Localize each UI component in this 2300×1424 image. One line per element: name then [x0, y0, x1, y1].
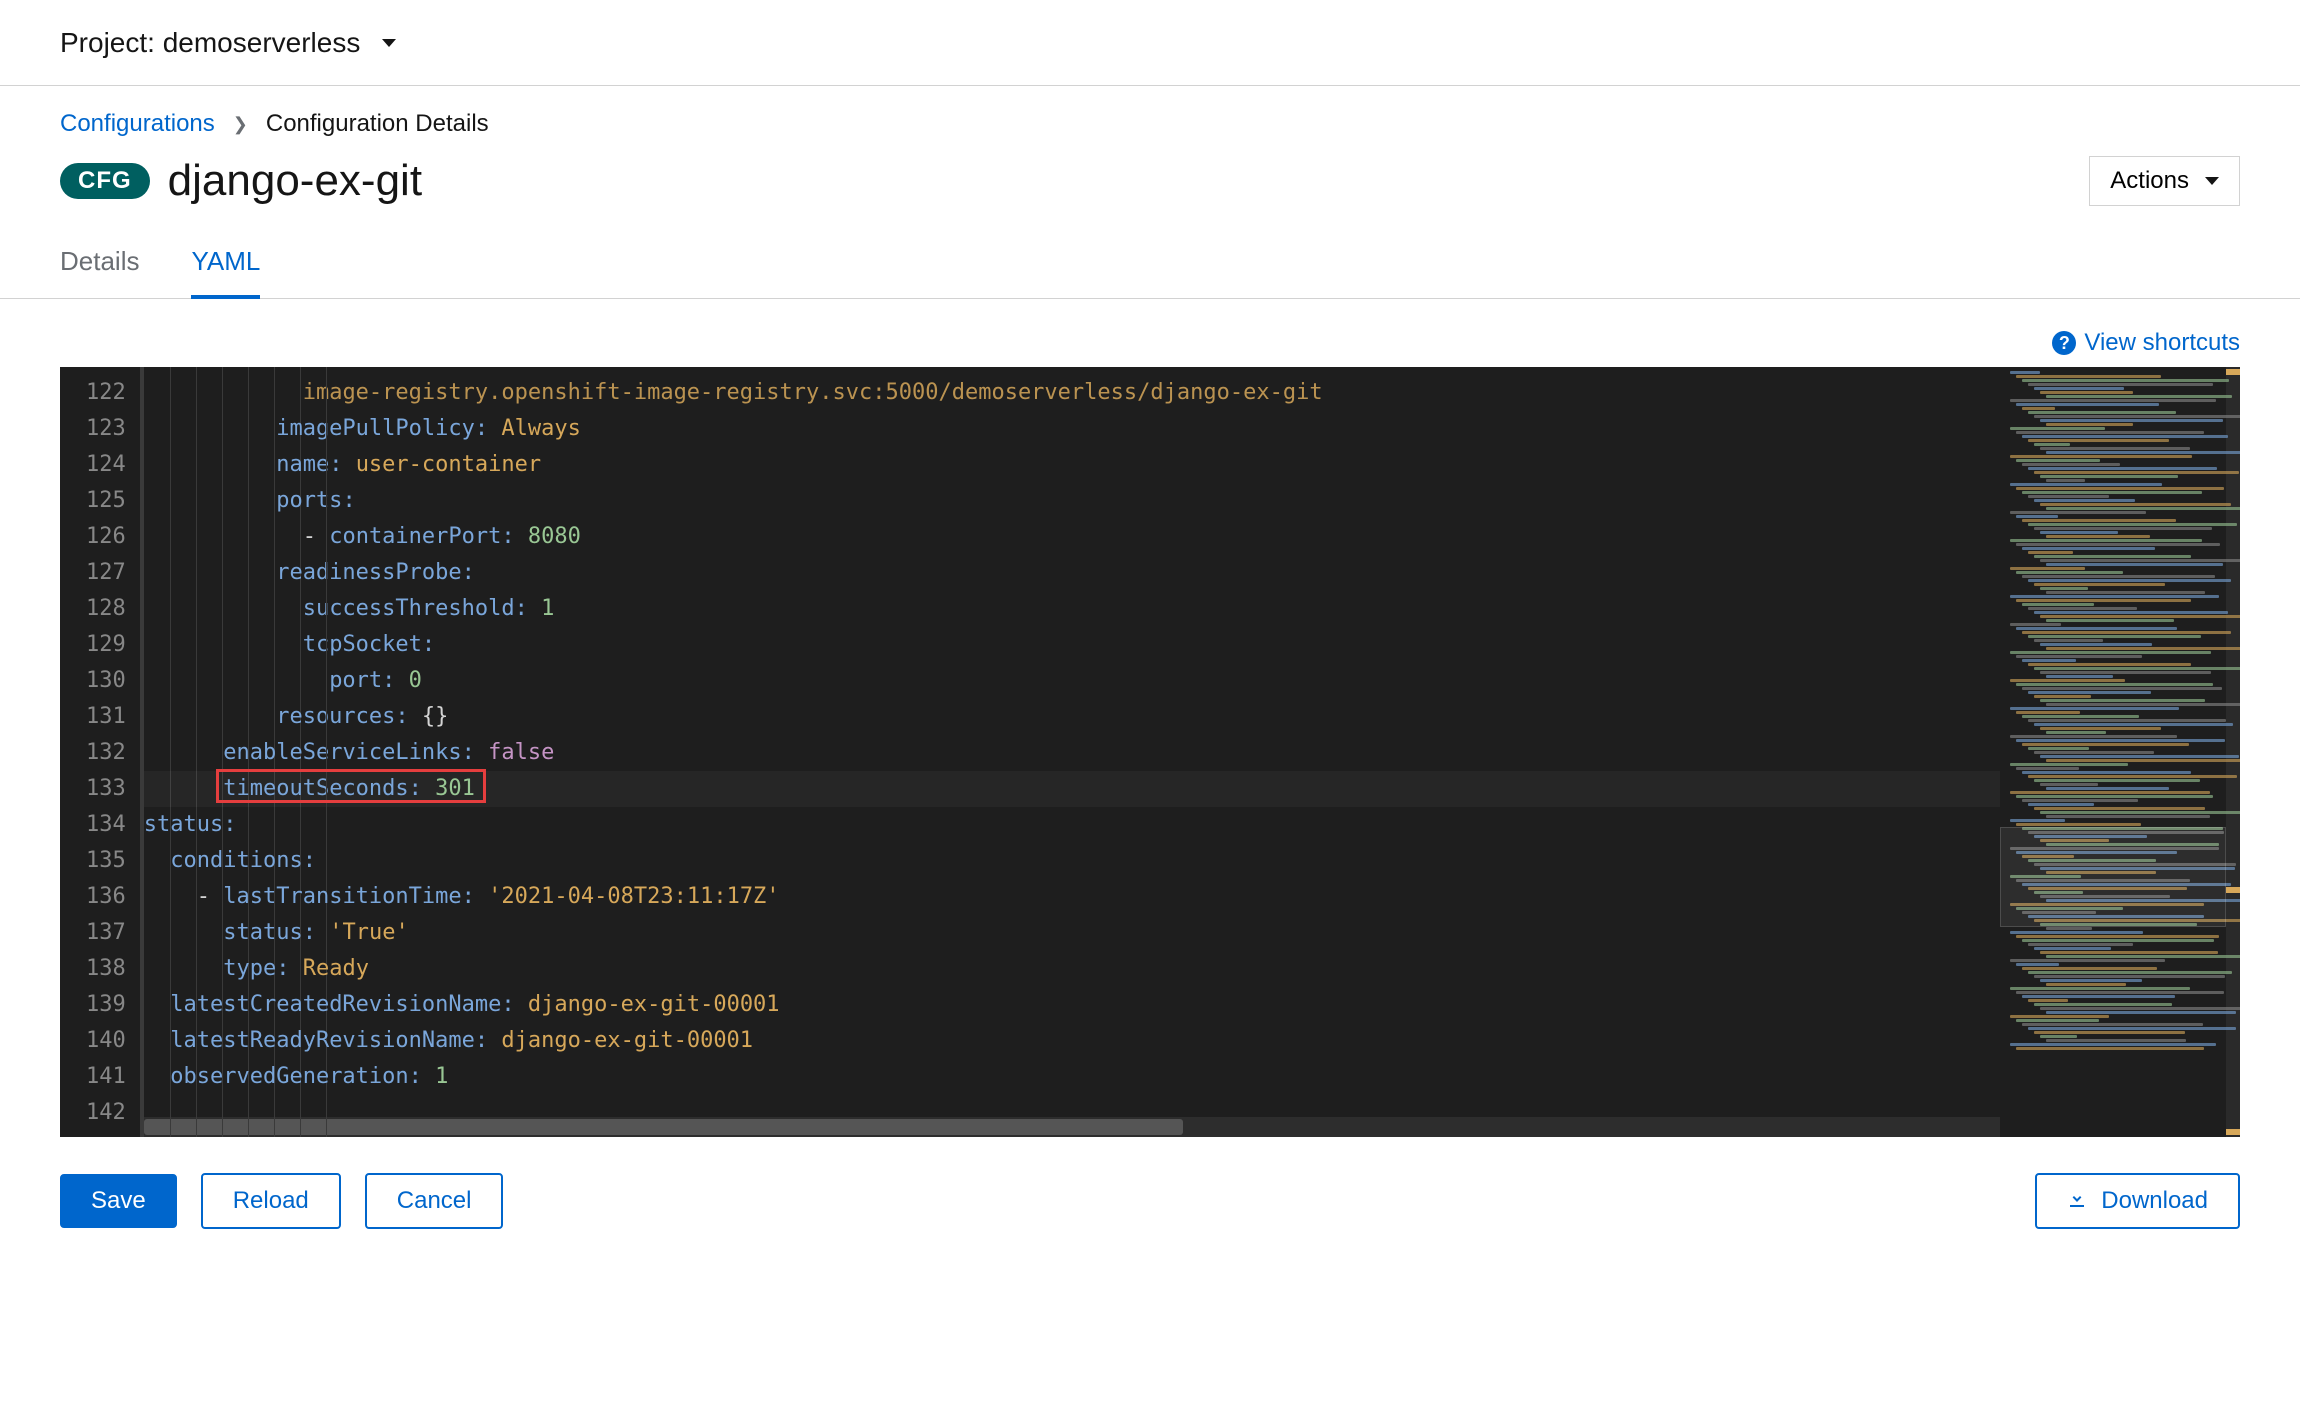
resource-kind-badge: CFG: [60, 163, 150, 199]
tab-bar: Details YAML: [60, 246, 2240, 298]
breadcrumb-parent-link[interactable]: Configurations: [60, 110, 215, 138]
editor-gutter: 1221231241251261271281291301311321331341…: [60, 367, 144, 1137]
yaml-editor[interactable]: 1221231241251261271281291301311321331341…: [60, 367, 2240, 1137]
actions-label: Actions: [2110, 167, 2189, 195]
chevron-down-icon[interactable]: [382, 39, 396, 47]
minimap-scroll-track[interactable]: [2226, 367, 2240, 1137]
minimap-marker: [2226, 1129, 2240, 1135]
minimap-marker: [2226, 887, 2240, 893]
highlight-box: [216, 769, 486, 803]
editor-code[interactable]: image-registry.openshift-image-registry.…: [144, 367, 2000, 1137]
download-button[interactable]: Download: [2035, 1173, 2240, 1229]
help-icon: ?: [2052, 331, 2076, 355]
view-shortcuts-label: View shortcuts: [2084, 329, 2240, 357]
chevron-right-icon: ❯: [233, 114, 248, 135]
breadcrumb: Configurations ❯ Configuration Details: [60, 110, 2240, 138]
breadcrumb-current: Configuration Details: [266, 110, 489, 138]
reload-button[interactable]: Reload: [201, 1173, 341, 1229]
minimap-marker: [2226, 369, 2240, 375]
chevron-down-icon: [2205, 177, 2219, 185]
actions-dropdown[interactable]: Actions: [2089, 156, 2240, 206]
save-button[interactable]: Save: [60, 1174, 177, 1228]
editor-minimap[interactable]: [2000, 367, 2240, 1137]
tab-details[interactable]: Details: [60, 246, 139, 298]
project-selector-label[interactable]: Project: demoserverless: [60, 27, 360, 59]
view-shortcuts-link[interactable]: ? View shortcuts: [2052, 329, 2240, 357]
minimap-viewport[interactable]: [2000, 827, 2226, 927]
tab-yaml[interactable]: YAML: [191, 246, 260, 299]
download-icon: [2067, 1187, 2087, 1215]
page-title: django-ex-git: [168, 156, 422, 206]
download-label: Download: [2101, 1187, 2208, 1214]
cancel-button[interactable]: Cancel: [365, 1173, 504, 1229]
